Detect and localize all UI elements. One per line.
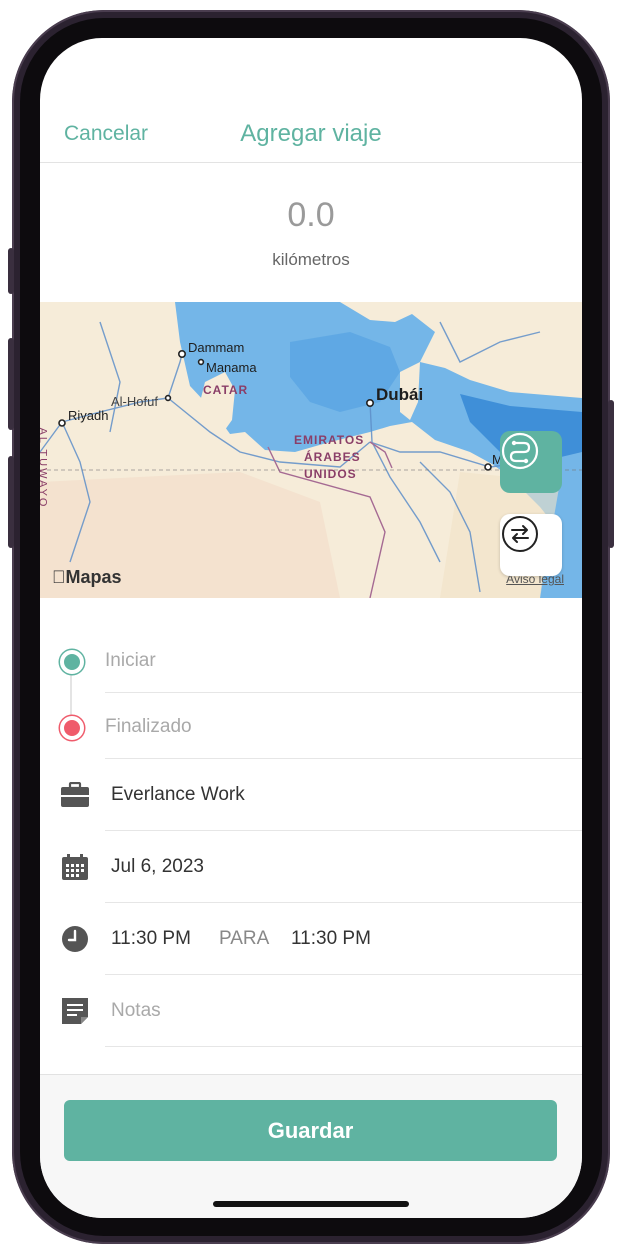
notes-input[interactable]: Notas — [111, 1000, 161, 1022]
end-dot-icon — [60, 716, 84, 740]
page-title: Agregar viaje — [240, 120, 382, 147]
map-label-unidos: UNIDOS — [304, 467, 357, 481]
maps-brand-label: Mapas — [52, 567, 122, 587]
route-map[interactable]: Dammam Manama CATAR Al-Hofuf Riyadh Dubá… — [40, 302, 582, 598]
distance-value: 0.0 — [287, 196, 335, 234]
divider — [105, 692, 582, 693]
divider — [105, 758, 582, 759]
divider — [105, 974, 582, 975]
maps-logo: Mapas — [52, 567, 122, 588]
map-label-tuwayq: AL TUWAYQ — [40, 427, 49, 509]
map-label-dammam: Dammam — [188, 340, 245, 355]
home-indicator — [213, 1201, 409, 1207]
map-label-riyadh: Riyadh — [68, 408, 109, 423]
end-location-row[interactable]: Finalizado — [40, 708, 582, 768]
start-location-row[interactable]: Iniciar — [40, 642, 582, 702]
notes-row[interactable]: Notas — [40, 994, 582, 1046]
swap-direction-button[interactable] — [500, 514, 562, 576]
map-label-manama: Manama — [206, 360, 257, 375]
power-button — [608, 400, 614, 548]
start-dot-icon — [60, 650, 84, 674]
end-time-value[interactable]: 11:30 PM — [291, 928, 371, 950]
app-screen: Cancelar Agregar viaje 0.0 kilómetros Da… — [40, 38, 582, 1218]
date-value[interactable]: Jul 6, 2023 — [111, 856, 204, 878]
map-label-catar: CATAR — [203, 383, 249, 397]
map-label-arabes: ÁRABES — [304, 450, 361, 464]
save-button[interactable]: Guardar — [64, 1100, 557, 1161]
time-separator: PARA — [219, 928, 270, 949]
divider — [105, 902, 582, 903]
volume-up-button — [8, 338, 14, 430]
map-label-dubai: Dubái — [376, 385, 424, 404]
swap-arrows-icon — [502, 516, 538, 552]
notes-icon — [60, 996, 90, 1026]
start-location-input[interactable]: Iniciar — [105, 650, 156, 672]
distance-unit: kilómetros — [272, 250, 350, 269]
start-time-value[interactable]: 11:30 PM — [111, 928, 191, 950]
route-icon — [501, 432, 539, 470]
briefcase-icon — [60, 780, 90, 810]
end-location-input[interactable]: Finalizado — [105, 716, 192, 738]
divider — [105, 1046, 582, 1047]
silent-switch — [8, 248, 14, 294]
workspace-row[interactable]: Everlance Work — [40, 778, 582, 830]
clock-icon — [60, 924, 90, 954]
calendar-icon — [60, 852, 90, 882]
route-button[interactable] — [500, 431, 562, 493]
map-label-emiratos: EMIRATOS — [294, 433, 365, 447]
date-row[interactable]: Jul 6, 2023 — [40, 850, 582, 902]
apple-logo-icon:  — [52, 567, 66, 587]
divider — [105, 830, 582, 831]
map-label-al-hofuf: Al-Hofuf — [111, 394, 158, 409]
volume-down-button — [8, 456, 14, 548]
workspace-value: Everlance Work — [111, 784, 245, 805]
header-divider — [40, 162, 582, 163]
time-row: 11:30 PM PARA 11:30 PM — [40, 922, 582, 974]
